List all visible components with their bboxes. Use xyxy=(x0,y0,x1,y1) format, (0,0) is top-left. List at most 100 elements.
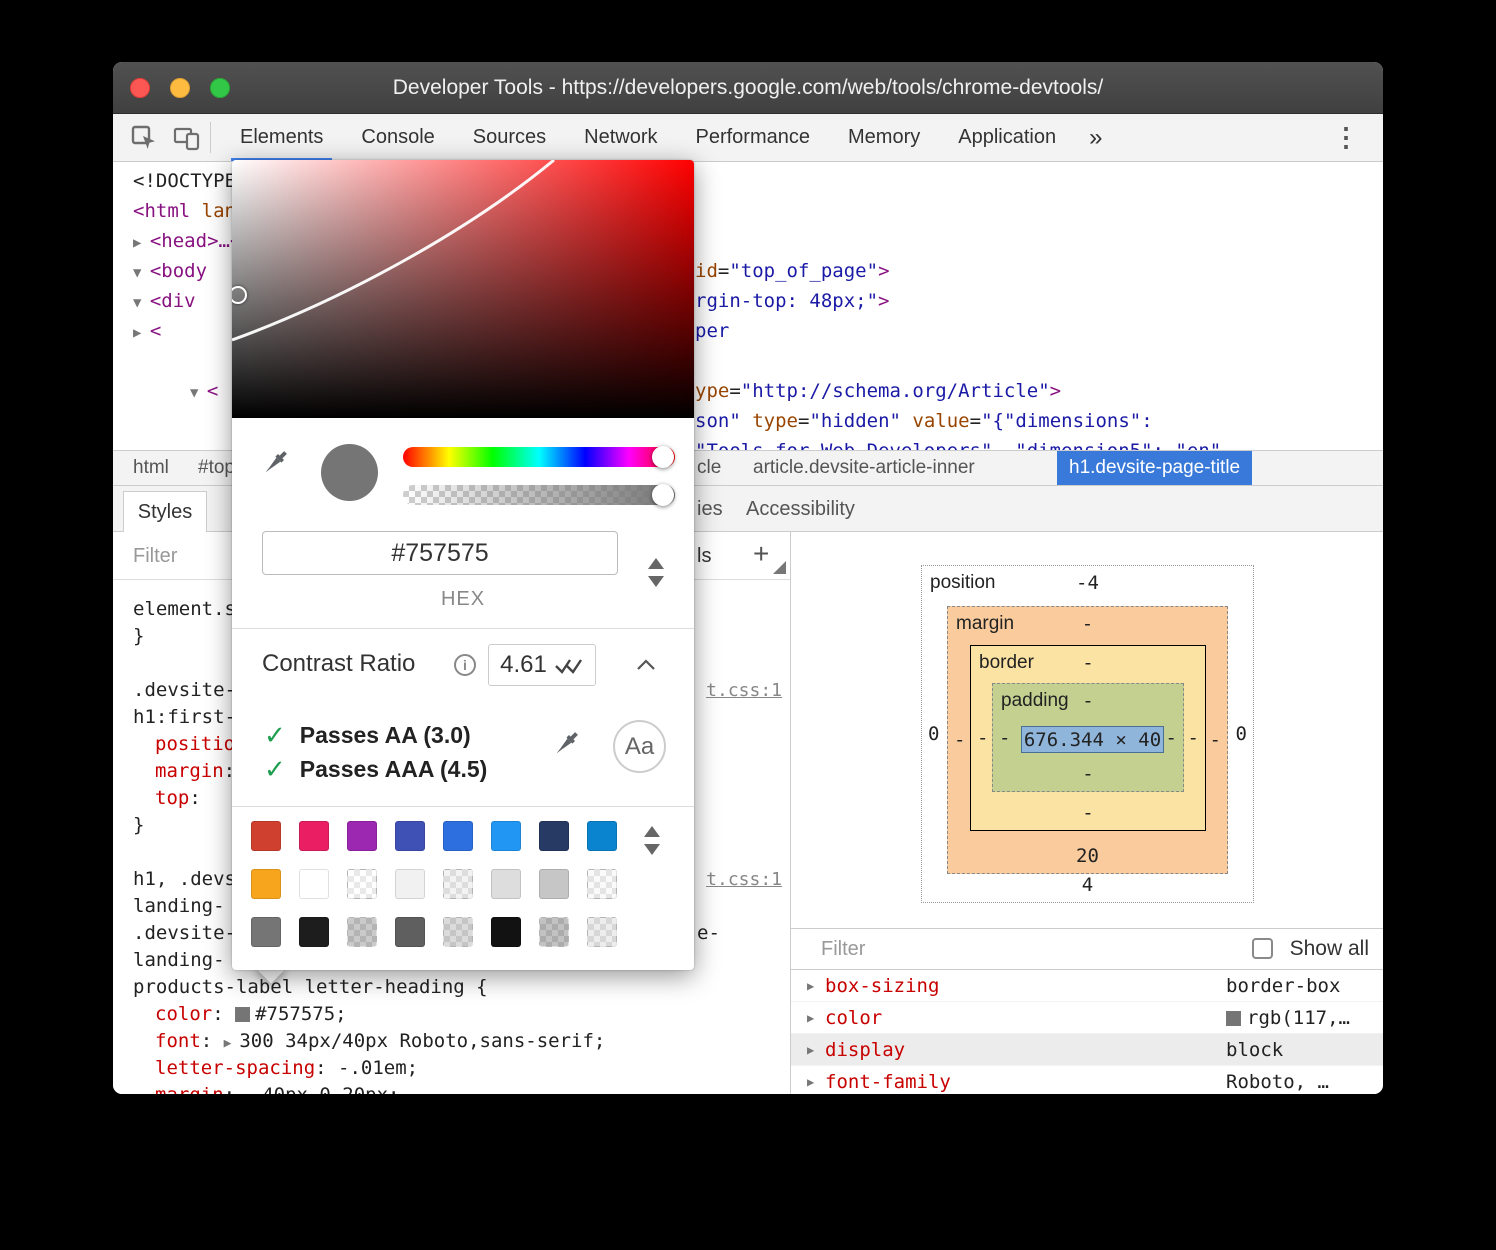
margin-right-value[interactable]: - xyxy=(1210,729,1221,751)
hue-slider[interactable] xyxy=(403,447,675,467)
style-row[interactable]: color: #757575; xyxy=(113,1001,790,1028)
contrast-eyedropper-button[interactable] xyxy=(549,727,583,766)
minimize-button[interactable] xyxy=(170,78,190,98)
close-button[interactable] xyxy=(130,78,150,98)
breadcrumb-item[interactable]: html xyxy=(133,451,169,485)
zoom-button[interactable] xyxy=(210,78,230,98)
position-bottom-value[interactable]: 4 xyxy=(922,874,1253,896)
tab-application[interactable]: Application xyxy=(939,114,1075,161)
palette-swatch[interactable] xyxy=(587,869,617,899)
palette-swatch[interactable] xyxy=(539,917,569,947)
palette-swatch[interactable] xyxy=(395,821,425,851)
computed-row[interactable]: ▶box-sizingborder-box xyxy=(791,970,1383,1002)
tab-network[interactable]: Network xyxy=(565,114,676,161)
palette-swatch[interactable] xyxy=(395,917,425,947)
computed-row[interactable]: ▶colorrgb(117,… xyxy=(791,1002,1383,1034)
palette-swatch[interactable] xyxy=(443,821,473,851)
palette-swatch[interactable] xyxy=(443,869,473,899)
cls-toolbar-fragment[interactable]: ls xyxy=(697,532,711,580)
hue-knob[interactable] xyxy=(652,446,674,468)
palette-swatch[interactable] xyxy=(299,917,329,947)
metric-border[interactable]: border - - - - padding - - - xyxy=(970,645,1206,831)
border-bottom-value[interactable]: - xyxy=(971,802,1205,824)
computed-row[interactable]: ▶displayblock xyxy=(791,1034,1383,1066)
css-color-swatch[interactable] xyxy=(235,1007,250,1022)
hex-input[interactable]: #757575 xyxy=(262,531,618,575)
palette-swatch[interactable] xyxy=(299,869,329,899)
tab-styles[interactable]: Styles xyxy=(123,491,207,532)
metric-padding[interactable]: padding - - - - 676.344 × 40 xyxy=(992,683,1184,792)
inspect-icon[interactable] xyxy=(131,125,157,151)
style-row[interactable]: font: ▶ 300 34px/40px Roboto,sans-serif; xyxy=(113,1028,790,1055)
breadcrumb-item[interactable]: h1.devsite-page-title xyxy=(1057,451,1252,485)
tab-console[interactable]: Console xyxy=(342,114,453,161)
style-row[interactable]: margin: ▶ 40px 0 20px; xyxy=(113,1082,790,1094)
color-format-spinner[interactable] xyxy=(648,558,664,587)
expand-arrow-icon[interactable]: ▶ xyxy=(807,970,814,1002)
styles-filter-input[interactable]: Filter xyxy=(133,532,177,580)
metric-position[interactable]: position -4 4 0 0 margin - 20 - - bord xyxy=(921,565,1254,903)
alpha-knob[interactable] xyxy=(652,484,674,506)
computed-filter-input[interactable]: Filter xyxy=(821,929,865,969)
palette-swatch[interactable] xyxy=(251,821,281,851)
breadcrumb-item[interactable]: article.devsite-article-inner xyxy=(753,451,975,485)
kebab-menu-button[interactable]: ⋮ xyxy=(1309,114,1383,161)
palette-swatch[interactable] xyxy=(587,821,617,851)
palette-swatch[interactable] xyxy=(587,917,617,947)
breadcrumb-item[interactable]: cle xyxy=(697,451,721,485)
palette-swatch[interactable] xyxy=(491,917,521,947)
tab-memory[interactable]: Memory xyxy=(829,114,939,161)
palette-swatch[interactable] xyxy=(539,869,569,899)
device-toolbar-icon[interactable] xyxy=(173,125,200,151)
margin-bottom-value[interactable]: 20 xyxy=(948,845,1227,867)
palette-swatch[interactable] xyxy=(443,917,473,947)
sidebar-tab[interactable]: Accessibility xyxy=(746,486,855,532)
computed-row[interactable]: ▶font-familyRoboto, … xyxy=(791,1066,1383,1094)
palette-swatch[interactable] xyxy=(491,821,521,851)
padding-right-value[interactable]: - xyxy=(1166,727,1177,749)
eyedropper-button[interactable] xyxy=(258,446,292,485)
tab-elements[interactable]: Elements xyxy=(221,114,342,161)
padding-top-value[interactable]: - xyxy=(993,690,1183,712)
aa-preview-button[interactable]: Aa xyxy=(613,720,666,773)
tab-performance[interactable]: Performance xyxy=(677,114,830,161)
border-top-value[interactable]: - xyxy=(971,652,1205,674)
position-top-value[interactable]: -4 xyxy=(922,572,1253,594)
metric-margin[interactable]: margin - 20 - - border - - - - xyxy=(947,606,1228,874)
palette-swatch[interactable] xyxy=(491,869,521,899)
padding-bottom-value[interactable]: - xyxy=(993,763,1183,785)
stylesheet-link[interactable]: t.css:1 xyxy=(706,866,782,893)
palette-swatch[interactable] xyxy=(251,869,281,899)
margin-top-value[interactable]: - xyxy=(948,613,1227,635)
expand-arrow-icon[interactable]: ▶ xyxy=(807,1066,814,1094)
alpha-slider[interactable] xyxy=(403,485,675,505)
stylesheet-link[interactable]: t.css:1 xyxy=(706,677,782,704)
position-right-value[interactable]: 0 xyxy=(1236,723,1247,745)
border-left-value[interactable]: - xyxy=(977,727,988,749)
margin-left-value[interactable]: - xyxy=(954,729,965,751)
sidebar-tab[interactable]: ies xyxy=(697,486,723,532)
palette-scroll-arrows[interactable] xyxy=(644,826,660,855)
new-style-rule-button[interactable]: + xyxy=(753,532,769,576)
palette-swatch[interactable] xyxy=(347,917,377,947)
more-tabs-button[interactable]: » xyxy=(1075,114,1116,161)
expand-arrow-icon[interactable]: ▶ xyxy=(807,1034,814,1066)
palette-swatch[interactable] xyxy=(539,821,569,851)
expand-arrow-icon[interactable]: ▶ xyxy=(807,1002,814,1034)
padding-left-value[interactable]: - xyxy=(999,727,1010,749)
style-row[interactable]: letter-spacing: -.01em; xyxy=(113,1055,790,1082)
position-left-value[interactable]: 0 xyxy=(928,723,939,745)
style-row[interactable]: products-label letter-heading { xyxy=(113,974,790,1001)
tab-sources[interactable]: Sources xyxy=(454,114,565,161)
content-size[interactable]: 676.344 × 40 xyxy=(1021,726,1164,753)
palette-swatch[interactable] xyxy=(347,869,377,899)
contrast-info-icon[interactable]: i xyxy=(454,654,476,676)
border-right-value[interactable]: - xyxy=(1188,727,1199,749)
palette-swatch[interactable] xyxy=(299,821,329,851)
window-titlebar[interactable]: Developer Tools - https://developers.goo… xyxy=(113,62,1383,114)
show-all-checkbox[interactable] xyxy=(1252,938,1273,959)
collapse-chevron-icon[interactable] xyxy=(636,658,656,676)
saturation-field[interactable] xyxy=(232,160,694,418)
palette-swatch[interactable] xyxy=(395,869,425,899)
palette-swatch[interactable] xyxy=(251,917,281,947)
